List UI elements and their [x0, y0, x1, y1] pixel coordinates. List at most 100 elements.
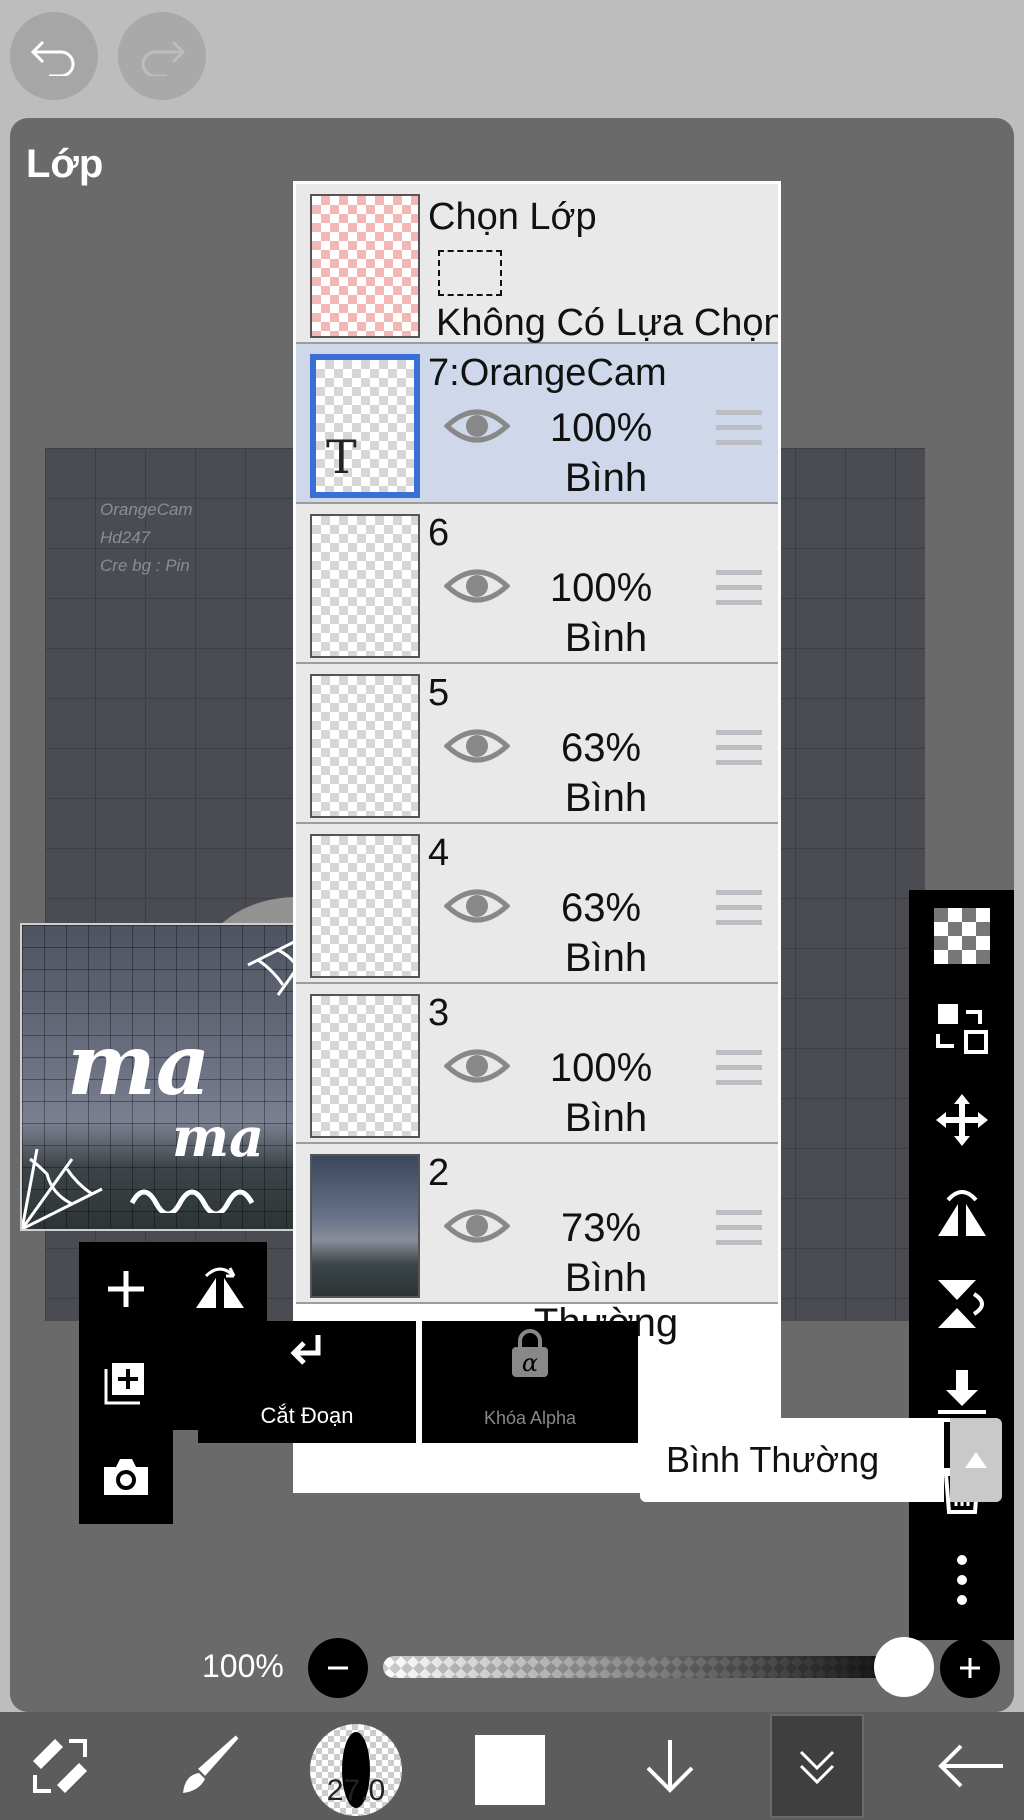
- eye-icon: [443, 729, 511, 763]
- swap-layer-button[interactable]: [909, 982, 1014, 1074]
- right-toolbar: [909, 890, 1014, 1640]
- spiderweb-icon: [22, 1149, 103, 1229]
- layer-row[interactable]: 4 63% Bình Thường: [296, 824, 778, 1025]
- undo-button[interactable]: [10, 12, 98, 100]
- back-button[interactable]: [920, 1712, 1020, 1820]
- alpha-lock-button[interactable]: α Khóa Alpha: [422, 1321, 638, 1443]
- layer-opacity: 100%: [549, 1046, 653, 1090]
- transparency-button[interactable]: [909, 890, 1014, 982]
- layer-opacity: 63%: [560, 886, 642, 930]
- move-layer-down-button[interactable]: [620, 1712, 720, 1820]
- layer-opacity: 73%: [560, 1206, 642, 1250]
- alpha-lock-label: Khóa Alpha: [483, 1408, 577, 1428]
- undo-icon: [30, 40, 75, 76]
- flip-vertical-icon: [938, 1280, 984, 1328]
- layer-thumbnail: T: [310, 354, 420, 498]
- transparency-icon: [934, 908, 990, 964]
- selection-status: Không Có Lựa Chọn: [436, 302, 781, 344]
- triangle-up-icon: [965, 1452, 987, 1468]
- down-arrow-icon: [646, 1740, 694, 1793]
- layers-icon: [799, 1750, 835, 1785]
- flip-horizontal-icon: [196, 1267, 244, 1308]
- selection-layer-thumbnail: [310, 194, 420, 338]
- swap-layer-icon: [936, 1004, 988, 1054]
- visibility-toggle[interactable]: [443, 406, 511, 451]
- layer-row[interactable]: 3 100% Bình Thường: [296, 984, 778, 1185]
- eye-icon: [443, 569, 511, 603]
- layer-thumbnail: [310, 834, 420, 978]
- add-copy-layer-icon: [104, 1363, 144, 1405]
- drag-handle-icon[interactable]: [716, 570, 762, 615]
- opacity-increase-button[interactable]: [940, 1638, 1000, 1698]
- minus-icon: [328, 1666, 348, 1670]
- visibility-toggle[interactable]: [443, 1046, 511, 1091]
- thumbnail-word: ma: [172, 1105, 265, 1169]
- transform-button[interactable]: [10, 1712, 110, 1820]
- brush-size-button[interactable]: 27.0: [310, 1724, 402, 1816]
- more-options-button[interactable]: [909, 1534, 1014, 1626]
- visibility-toggle[interactable]: [443, 566, 511, 611]
- drag-handle-icon[interactable]: [716, 890, 762, 935]
- canvas-thumbnail[interactable]: ma ma: [20, 923, 330, 1231]
- layer-opacity: 100%: [549, 406, 653, 450]
- redo-button[interactable]: [118, 12, 206, 100]
- blend-mode-dropdown-button[interactable]: [950, 1418, 1002, 1502]
- layer-opacity: 100%: [549, 566, 653, 610]
- drag-handle-icon[interactable]: [716, 730, 762, 775]
- layer-name: 6: [428, 512, 450, 554]
- drag-handle-icon[interactable]: [716, 410, 762, 455]
- layer-row[interactable]: T 7:OrangeCam 100% Bình Thường: [296, 344, 778, 545]
- camera-button[interactable]: [79, 1430, 173, 1524]
- layer-thumbnail: [310, 1154, 420, 1298]
- selection-layer-row[interactable]: Chọn Lớp Không Có Lựa Chọn: [296, 184, 778, 344]
- text-layer-icon: T: [326, 430, 357, 484]
- opacity-slider-knob[interactable]: [874, 1637, 934, 1697]
- brush-tool-button[interactable]: [160, 1712, 260, 1820]
- selection-layer-title: Chọn Lớp: [428, 196, 597, 238]
- visibility-toggle[interactable]: [443, 726, 511, 771]
- selection-box-icon: [438, 250, 502, 296]
- flip-button[interactable]: [909, 1166, 1014, 1258]
- add-layer-button[interactable]: [79, 1242, 173, 1336]
- opacity-slider[interactable]: [383, 1656, 903, 1678]
- brush-icon: [183, 1735, 239, 1793]
- flip-icon: [938, 1190, 986, 1236]
- layer-name: 3: [428, 992, 450, 1034]
- layer-name: 2: [428, 1152, 450, 1194]
- layer-row[interactable]: 6 100% Bình Thường: [296, 504, 778, 705]
- thumbnail-word: ma: [67, 1015, 211, 1114]
- flip-vertical-button[interactable]: [909, 1258, 1014, 1350]
- blend-mode-select[interactable]: Bình Thường: [640, 1418, 944, 1502]
- layer-name: 7:OrangeCam: [428, 352, 667, 394]
- layer-name: 5: [428, 672, 450, 714]
- drag-handle-icon[interactable]: [716, 1050, 762, 1095]
- clipping-button[interactable]: Cắt Đoạn: [198, 1321, 416, 1443]
- visibility-toggle[interactable]: [443, 886, 511, 931]
- back-arrow-icon: [938, 1744, 1003, 1788]
- transform-icon: [33, 1739, 87, 1793]
- canvas-text-line: Cre bg : Pin: [100, 556, 190, 575]
- layers-button[interactable]: [770, 1714, 864, 1818]
- layer-name: 4: [428, 832, 450, 874]
- opacity-decrease-button[interactable]: [308, 1638, 368, 1698]
- move-icon: [936, 1094, 988, 1146]
- visibility-toggle[interactable]: [443, 1206, 511, 1251]
- opacity-label: 100%: [202, 1648, 284, 1684]
- drag-handle-icon[interactable]: [716, 1210, 762, 1255]
- add-layer-icon: [108, 1271, 144, 1307]
- layer-list[interactable]: Chọn Lớp Không Có Lựa Chọn T 7:OrangeCam…: [293, 181, 781, 1493]
- more-icon: [957, 1555, 967, 1605]
- add-copy-layer-button[interactable]: [79, 1336, 173, 1430]
- eye-icon: [443, 1209, 511, 1243]
- eye-icon: [443, 409, 511, 443]
- color-swatch[interactable]: [475, 1735, 545, 1805]
- move-button[interactable]: [909, 1074, 1014, 1166]
- camera-icon: [104, 1459, 148, 1495]
- wave-decoration: [129, 1189, 255, 1213]
- canvas-text-line: Hd247: [100, 528, 151, 547]
- clipping-label: Cắt Đoạn: [260, 1403, 354, 1428]
- eye-icon: [443, 1049, 511, 1083]
- layer-row[interactable]: 5 63% Bình Thường: [296, 664, 778, 865]
- layer-row[interactable]: 2 73% Bình Thường: [296, 1144, 778, 1345]
- layer-opacity: 63%: [560, 726, 642, 770]
